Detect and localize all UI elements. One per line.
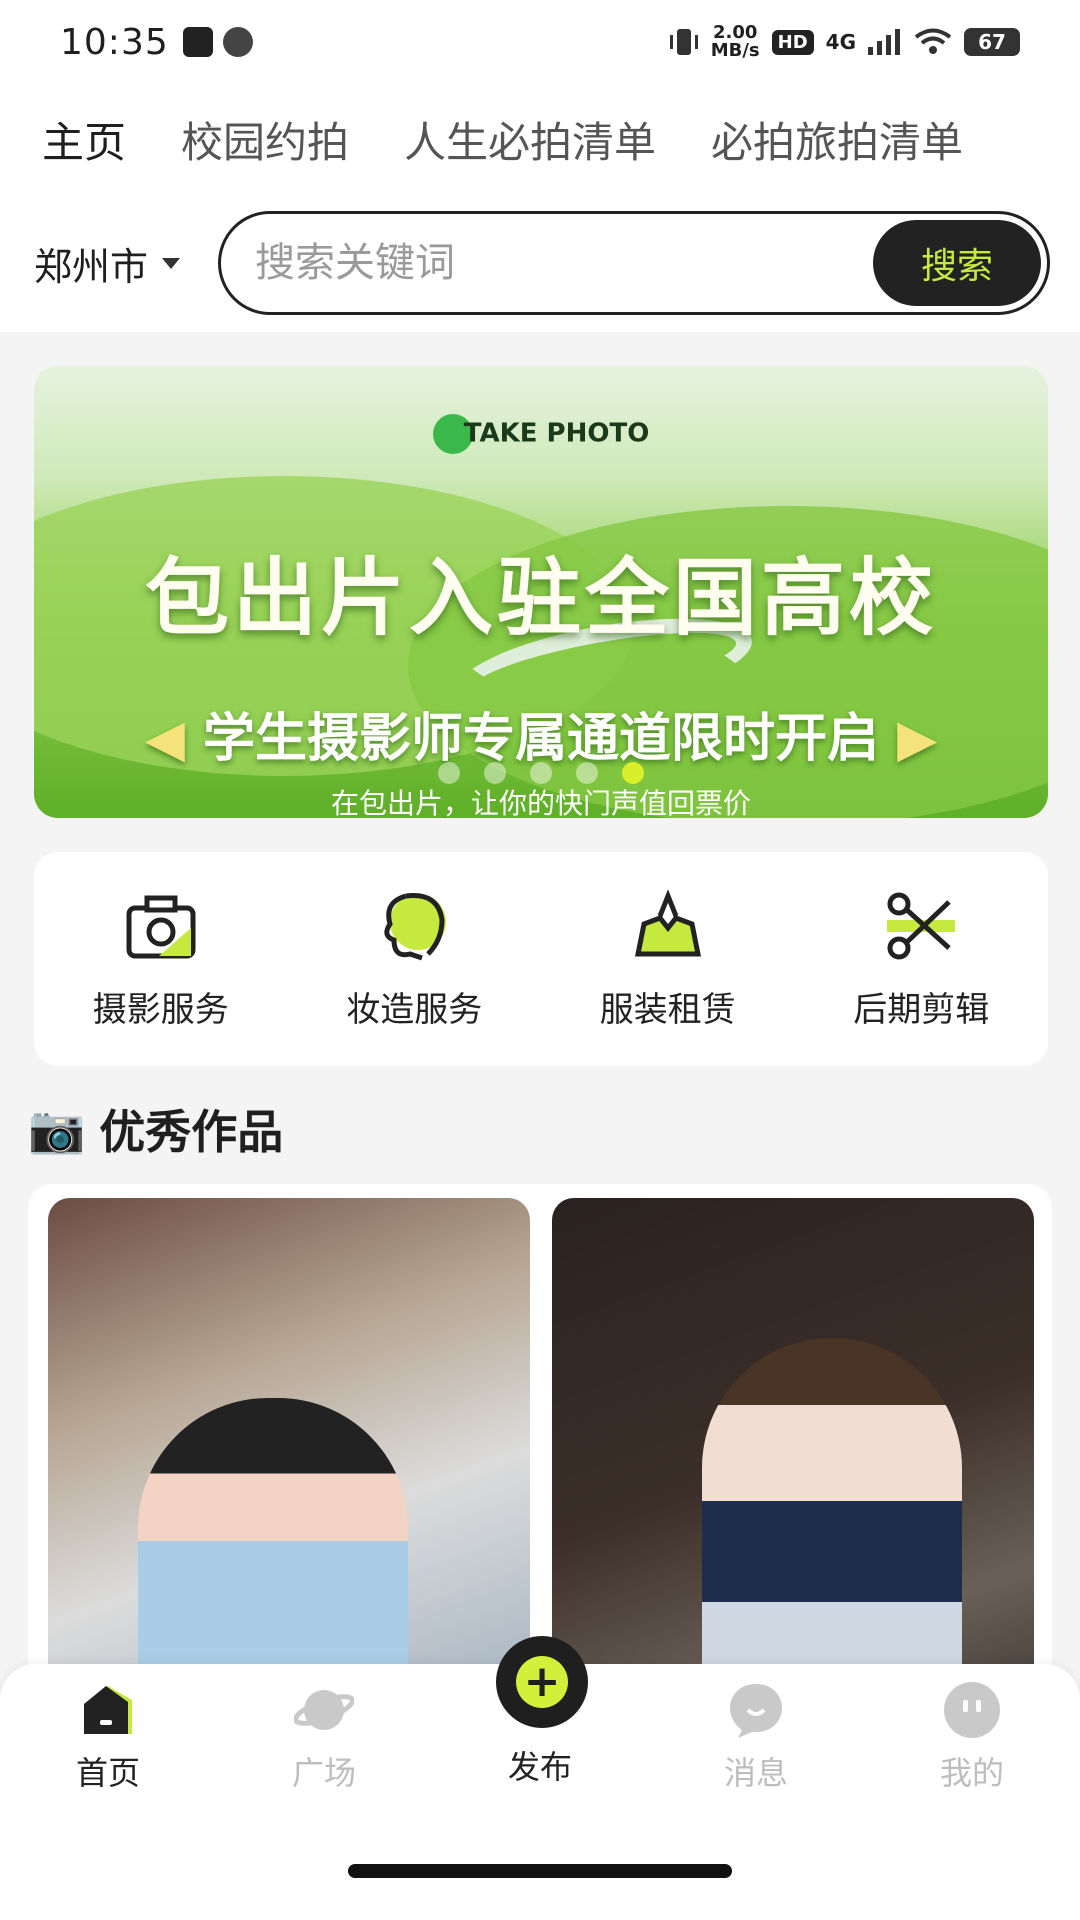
network-speed: 2.00 MB/s [710, 22, 760, 61]
home-icon [84, 1686, 132, 1734]
caret-down-icon [162, 257, 181, 269]
service-makeup[interactable]: 妆造服务 [304, 888, 524, 1031]
page-dot[interactable] [530, 762, 552, 784]
search-input[interactable] [255, 240, 873, 286]
clothing-icon [634, 888, 701, 956]
section-title: 优秀作品 [99, 1105, 284, 1159]
message-icon [730, 1684, 782, 1738]
app-notification-icon [222, 27, 253, 57]
tab-home[interactable]: 主页 [37, 109, 126, 190]
search-button[interactable]: 搜索 [873, 220, 1041, 306]
network-type: 4G [825, 30, 856, 54]
arrow-left-icon: ◀ [144, 709, 185, 769]
scissors-icon [887, 892, 956, 959]
search-row: 郑州市 搜索 [0, 194, 1080, 332]
page-dot[interactable] [576, 762, 598, 784]
promo-banner[interactable]: TAKE PHOTO 包出片入驻全国高校 ◀ 学生摄影师专属通道限时开启 ▶ 在… [34, 366, 1048, 818]
page-dot[interactable] [484, 762, 506, 784]
hd-badge: HD [771, 29, 814, 55]
gesture-home-bar[interactable] [348, 1864, 732, 1878]
service-photography[interactable]: 摄影服务 [51, 888, 271, 1031]
vibrate-icon [669, 29, 698, 55]
banner-subtitle: ◀ 学生摄影师专属通道限时开启 ▶ [144, 709, 938, 769]
banner-title: 包出片入驻全国高校 [144, 548, 937, 647]
nav-publish[interactable]: 发布 [440, 1680, 640, 1794]
banner-brand: TAKE PHOTO [34, 414, 1048, 454]
nav-home[interactable]: 首页 [8, 1680, 208, 1794]
service-grid: 摄影服务 妆造服务 服装租赁 后期剪辑 [34, 852, 1048, 1066]
service-clothing[interactable]: 服装租赁 [558, 888, 778, 1031]
arrow-right-icon: ▶ [897, 709, 938, 769]
status-bar: 10:35 2.00 MB/s HD 4G 67 [0, 0, 1080, 84]
page-dot[interactable] [438, 762, 460, 784]
bottom-nav: 首页 广场 发布 消息 我的 [0, 1680, 1080, 1794]
top-tabs: 主页 校园约拍 人生必拍清单 必拍旅拍清单 [0, 84, 1080, 194]
nav-messages[interactable]: 消息 [656, 1680, 856, 1794]
battery-indicator: 67 [964, 28, 1020, 56]
status-time: 10:35 [60, 21, 169, 63]
city-label: 郑州市 [34, 244, 149, 289]
city-selector[interactable]: 郑州市 [34, 236, 218, 291]
banner-tagline: 在包出片，让你的快门声值回票价 [330, 787, 751, 818]
wifi-icon [914, 28, 952, 54]
makeup-icon [384, 892, 447, 960]
profile-icon [944, 1682, 1000, 1738]
search-box: 搜索 [218, 211, 1050, 315]
nav-profile[interactable]: 我的 [872, 1680, 1072, 1794]
notification-icon [182, 27, 213, 57]
tab-campus-shoot[interactable]: 校园约拍 [181, 109, 349, 170]
section-featured-works: 📷 优秀作品 [28, 1096, 283, 1162]
page-dot-active[interactable] [622, 762, 644, 784]
signal-icon [868, 29, 900, 55]
camera-emoji-icon: 📷 [28, 1101, 86, 1156]
service-editing[interactable]: 后期剪辑 [811, 888, 1031, 1031]
nav-square[interactable]: 广场 [224, 1680, 424, 1794]
planet-icon [294, 1690, 354, 1730]
tab-travel-list[interactable]: 必拍旅拍清单 [711, 109, 963, 170]
tab-life-list[interactable]: 人生必拍清单 [404, 109, 656, 170]
banner-pagination [34, 762, 1048, 784]
camera-icon [126, 895, 196, 958]
